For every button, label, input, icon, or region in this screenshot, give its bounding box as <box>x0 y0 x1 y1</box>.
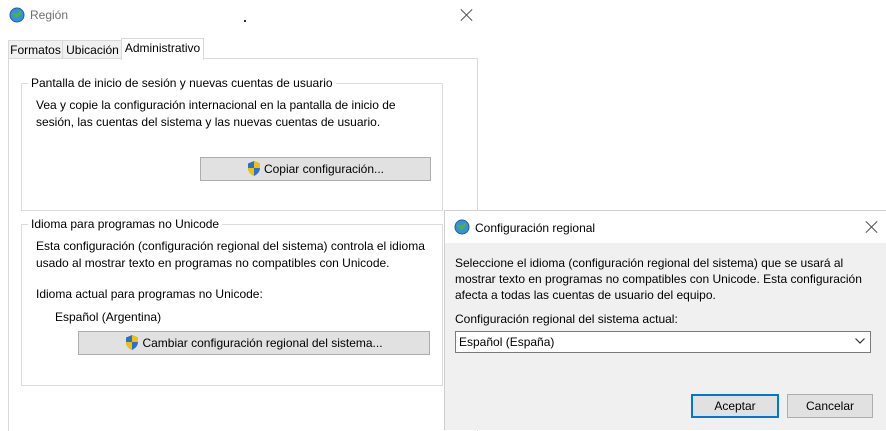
description-line: usado al mostrar texto en programas no c… <box>36 256 390 270</box>
selected-locale: Español (España) <box>459 335 555 349</box>
region-window: Región Formatos Ubicación Administrativo… <box>0 0 480 431</box>
shield-icon <box>247 161 260 176</box>
current-language-label: Idioma actual para programas no Unicode: <box>36 287 263 301</box>
description-line: Esta configuración (configuración region… <box>36 239 425 253</box>
globe-icon <box>9 7 25 23</box>
copy-settings-label: Copiar configuración... <box>263 162 385 176</box>
description-line: Vea y copie la configuración internacion… <box>36 98 396 112</box>
dialog-description-line: Seleccione el idioma (configuración regi… <box>455 256 844 270</box>
tab-ubicacion[interactable]: Ubicación <box>62 40 123 59</box>
dialog-title: Configuración regional <box>475 221 596 235</box>
change-locale-label: Cambiar configuración regional del siste… <box>142 336 383 350</box>
group-legend: Pantalla de inicio de sesión y nuevas cu… <box>28 76 336 90</box>
tab-administrativo[interactable]: Administrativo <box>121 38 204 60</box>
window-title: Región <box>30 8 69 22</box>
close-icon[interactable] <box>460 8 474 22</box>
shield-icon <box>126 335 139 350</box>
dialog-description-line: mostrar texto en programas no compatible… <box>455 272 862 286</box>
tab-panel: Pantalla de inicio de sesión y nuevas cu… <box>8 58 478 431</box>
dialog-titlebar: Configuración regional <box>445 211 886 243</box>
regional-settings-dialog: Configuración regional Seleccione el idi… <box>444 210 886 430</box>
chevron-down-icon <box>855 338 865 344</box>
change-system-locale-button[interactable]: Cambiar configuración regional del siste… <box>78 331 430 355</box>
cancel-button[interactable]: Cancelar <box>787 394 873 418</box>
region-titlebar: Región <box>0 0 480 30</box>
close-icon[interactable] <box>865 220 879 234</box>
copy-settings-button[interactable]: Copiar configuración... <box>200 157 431 181</box>
group-legend: Idioma para programas no Unicode <box>28 217 223 231</box>
group-login-screen: Pantalla de inicio de sesión y nuevas cu… <box>21 76 443 211</box>
tab-formatos[interactable]: Formatos <box>8 40 63 59</box>
globe-icon <box>454 219 470 235</box>
description-line: sesión, las cuentas del sistema y las nu… <box>36 115 381 129</box>
current-locale-label: Configuración regional del sistema actua… <box>455 312 678 326</box>
system-locale-select[interactable]: Español (España) <box>455 331 871 353</box>
accept-button[interactable]: Aceptar <box>691 394 779 418</box>
dialog-description-line: afecta a todas las cuentas de usuario de… <box>455 288 716 302</box>
current-language-value: Español (Argentina) <box>55 310 162 324</box>
stray-dot <box>244 20 246 22</box>
group-non-unicode: Idioma para programas no Unicode Esta co… <box>21 217 443 386</box>
